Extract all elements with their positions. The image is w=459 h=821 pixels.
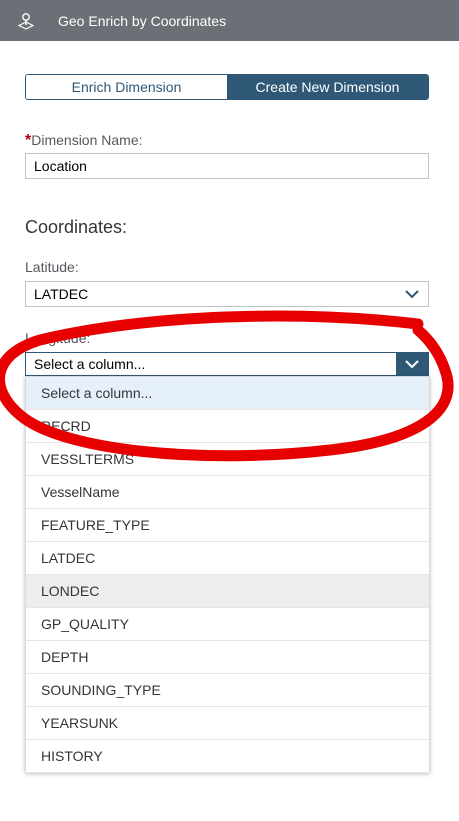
dimension-name-input[interactable]: Location <box>25 153 429 179</box>
create-new-dimension-tab[interactable]: Create New Dimension <box>227 75 428 99</box>
chevron-down-icon[interactable] <box>396 353 428 375</box>
option-feature-type[interactable]: FEATURE_TYPE <box>26 509 429 542</box>
chevron-down-icon[interactable] <box>396 282 428 306</box>
dimension-name-label: *Dimension Name: <box>25 132 143 149</box>
option-history[interactable]: HISTORY <box>26 740 429 773</box>
longitude-select[interactable]: Select a column... <box>25 352 429 376</box>
latitude-value: LATDEC <box>34 286 89 302</box>
option-latdec[interactable]: LATDEC <box>26 542 429 575</box>
option-yearsunk[interactable]: YEARSUNK <box>26 707 429 740</box>
latitude-select[interactable]: LATDEC <box>25 281 429 307</box>
option-sounding-type[interactable]: SOUNDING_TYPE <box>26 674 429 707</box>
longitude-value: Select a column... <box>34 356 146 372</box>
mode-toggle: Enrich Dimension Create New Dimension <box>25 74 429 100</box>
enrich-dimension-tab[interactable]: Enrich Dimension <box>26 75 227 99</box>
option-londec[interactable]: LONDEC <box>26 575 429 608</box>
option-gp-quality[interactable]: GP_QUALITY <box>26 608 429 641</box>
option-recrd[interactable]: RECRD <box>26 410 429 443</box>
option-depth[interactable]: DEPTH <box>26 641 429 674</box>
option-vesslterms[interactable]: VESSLTERMS <box>26 443 429 476</box>
longitude-label: Longitude: <box>25 330 91 346</box>
latitude-label: Latitude: <box>25 259 79 275</box>
dialog-title: Geo Enrich by Coordinates <box>58 12 227 29</box>
app-header: Geo Enrich by Coordinates <box>0 0 459 41</box>
longitude-dropdown-list: Select a column... RECRD VESSLTERMS Vess… <box>25 376 430 773</box>
coordinates-heading: Coordinates: <box>25 217 128 237</box>
geo-pin-icon <box>17 12 35 30</box>
option-vesselname[interactable]: VesselName <box>26 476 429 509</box>
option-select-a-column[interactable]: Select a column... <box>26 377 429 410</box>
